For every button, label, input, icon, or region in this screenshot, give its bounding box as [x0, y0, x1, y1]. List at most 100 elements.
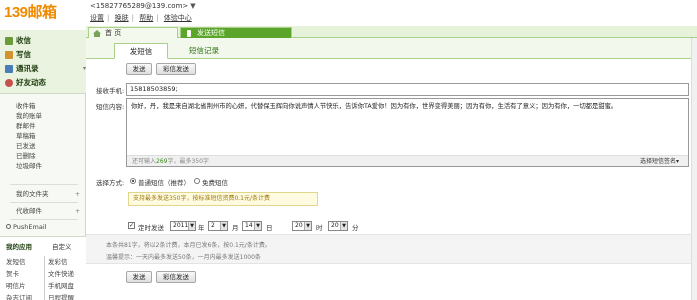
phone-icon	[187, 30, 191, 37]
message-textarea[interactable]: 你好，丹，我是来自湖北省荆州市的心妍，代替保玉辉向你说声情人节快乐，告诉你TA爱…	[126, 98, 689, 167]
help-link[interactable]: 帮助	[139, 14, 153, 22]
mms-send-button-bottom[interactable]: 彩信发送	[156, 271, 196, 283]
apps-row: 贺卡 文件快递	[6, 268, 82, 280]
settings-link[interactable]: 设置	[90, 14, 104, 22]
mms-send-button[interactable]: 彩信发送	[156, 63, 196, 75]
separator: |	[156, 14, 159, 22]
sidebar-item-bills[interactable]: 我的账单	[16, 112, 42, 121]
app-send-mms[interactable]: 发彩信	[44, 256, 82, 268]
free-sms-label[interactable]: 免费短信	[202, 177, 228, 187]
year-value: 2011	[173, 222, 189, 229]
send-button-bottom[interactable]: 发送	[126, 271, 152, 283]
top-header: 139邮箱 <15827765289@139.com> ▼ 设置 | 换肤 | 帮助 |…	[0, 0, 697, 26]
contacts-icon	[5, 65, 13, 73]
apps-row: 明信片 手机网盘	[6, 280, 82, 292]
divider	[10, 184, 78, 185]
free-sms-radio[interactable]	[194, 178, 200, 184]
my-apps-panel: 我的应用 自定义 发短信 发彩信 贺卡 文件快递 明信片 手机网盘 杂志订阅 日程提醒	[0, 236, 86, 300]
sidebar-item-label: 通讯录	[16, 64, 39, 73]
tab-home-label: 首 页	[105, 29, 122, 37]
limit-tip: 温馨提示：一天内最多发送50条，一月内最多发送1000条	[106, 254, 261, 261]
month-select[interactable]: 2 ▼	[208, 221, 228, 231]
tab-send-sms[interactable]: 发送短信	[180, 27, 292, 38]
pencil-icon	[5, 51, 13, 59]
sidebar-item-sent[interactable]: 已发送	[16, 142, 36, 151]
subtab-send-sms[interactable]: 发短信	[114, 43, 168, 59]
normal-sms-radio[interactable]	[130, 178, 136, 184]
signature-selector[interactable]: 选择短信签名▾	[640, 156, 679, 167]
apps-row: 发短信 发彩信	[6, 256, 82, 268]
billing-info: 本条共81字，将以2条计费，本月已发6条，按0.1元/条计费。	[106, 242, 271, 249]
sidebar-item-pushemail[interactable]: PushEmail	[6, 223, 46, 232]
sub-tabs: 发短信 短信记录	[86, 38, 697, 59]
day-select[interactable]: 14 ▼	[242, 221, 262, 231]
sidebar: 收信 写信 通讯录 ▾ 好友动态 收件箱 我的账单 群邮件 草稿箱 已发送 已删…	[0, 30, 86, 300]
sidebar-item-spam[interactable]: 垃圾邮件	[16, 162, 42, 171]
sidebar-item-label: 我的文件夹	[16, 190, 49, 198]
apps-row: 杂志订阅 日程提醒	[6, 292, 82, 300]
app-calendar-reminder[interactable]: 日程提醒	[44, 292, 82, 300]
skin-link[interactable]: 换肤	[115, 14, 129, 22]
plus-icon[interactable]: +	[75, 190, 80, 199]
chevron-down-icon: ▼	[188, 222, 195, 230]
minute-value: 20	[331, 222, 339, 229]
app-file-express[interactable]: 文件快递	[44, 268, 82, 280]
message-footer: 还可输入269字，最多350字 选择短信签名▾	[127, 155, 688, 166]
apps-grid: 发短信 发彩信 贺卡 文件快递 明信片 手机网盘 杂志订阅 日程提醒	[6, 256, 82, 300]
send-button[interactable]: 发送	[126, 63, 152, 75]
timed-send-label: 定时发送	[138, 224, 164, 232]
char-count-prefix: 还可输入	[132, 158, 157, 165]
experience-center-link[interactable]: 体验中心	[164, 14, 192, 22]
sidebar-item-deleted[interactable]: 已删除	[16, 152, 36, 161]
hour-select[interactable]: 20 ▼	[292, 221, 312, 231]
send-info-panel: 本条共81字，将以2条计费，本月已发6条，按0.1元/条计费。 温馨提示：一天内…	[86, 234, 697, 264]
plus-icon[interactable]: +	[75, 207, 80, 216]
day-unit: 日	[266, 224, 273, 232]
year-select[interactable]: 2011 ▼	[170, 221, 196, 231]
chevron-down-icon: ▼	[254, 222, 261, 230]
inbox-icon	[5, 37, 13, 45]
receiver-label: 接收手机:	[96, 87, 125, 95]
chevron-down-icon: ▼	[190, 2, 196, 10]
app-greeting-card[interactable]: 贺卡	[6, 268, 44, 280]
sidebar-item-group-mail[interactable]: 群邮件	[16, 122, 36, 131]
app-postcard[interactable]: 明信片	[6, 280, 44, 292]
apps-customize-link[interactable]: 自定义	[52, 241, 72, 251]
normal-sms-label[interactable]: 普通短信（推荐）	[138, 177, 190, 187]
logo[interactable]: 139邮箱	[4, 3, 84, 23]
scrollbar[interactable]	[691, 38, 697, 300]
timed-send-checkbox[interactable]: ✓	[128, 222, 135, 229]
app-send-sms[interactable]: 发短信	[6, 256, 44, 268]
sidebar-item-contacts[interactable]: 通讯录 ▾	[5, 63, 86, 75]
sidebar-item-friends[interactable]: 好友动态	[5, 77, 46, 89]
day-value: 14	[245, 222, 253, 229]
app-mobile-disk[interactable]: 手机网盘	[44, 280, 82, 292]
subtab-sms-records[interactable]: 短信记录	[184, 43, 224, 59]
month-value: 2	[211, 222, 215, 229]
divider	[10, 219, 78, 220]
tab-home[interactable]: 首 页	[88, 27, 178, 38]
sidebar-item-label: 写信	[16, 50, 31, 59]
friends-icon	[5, 79, 13, 87]
hour-value: 20	[295, 222, 303, 229]
sidebar-item-my-folders[interactable]: 我的文件夹 +	[16, 190, 80, 199]
sidebar-item-collected-mail[interactable]: 代收邮件 +	[16, 207, 80, 216]
app-magazine[interactable]: 杂志订阅	[6, 292, 44, 300]
method-label: 选择方式:	[96, 179, 125, 187]
sidebar-item-inbox[interactable]: 收信	[5, 35, 31, 47]
separator: |	[107, 14, 110, 22]
receiver-input[interactable]: 15818503859;	[126, 83, 689, 96]
sidebar-item-compose[interactable]: 写信	[5, 49, 31, 61]
account-selector[interactable]: <15827765289@139.com> ▼	[90, 2, 196, 10]
chevron-down-icon: ▼	[304, 222, 311, 230]
sidebar-item-label: 好友动态	[16, 78, 46, 87]
minute-select[interactable]: 20 ▼	[328, 221, 348, 231]
home-icon	[93, 30, 101, 37]
sidebar-item-drafts[interactable]: 草稿箱	[16, 132, 36, 141]
message-text: 你好，丹，我是来自湖北省荆州市的心妍，代替保玉辉向你说声情人节快乐，告诉你TA爱…	[131, 103, 618, 110]
char-count: 还可输入269字，最多350字	[132, 156, 209, 167]
tab-send-sms-label: 发送短信	[197, 29, 225, 37]
chevron-down-icon: ▼	[340, 222, 347, 230]
top-links: 设置 | 换肤 | 帮助 | 体验中心	[90, 13, 195, 23]
sidebar-item-inbox-folder[interactable]: 收件箱	[16, 102, 36, 111]
